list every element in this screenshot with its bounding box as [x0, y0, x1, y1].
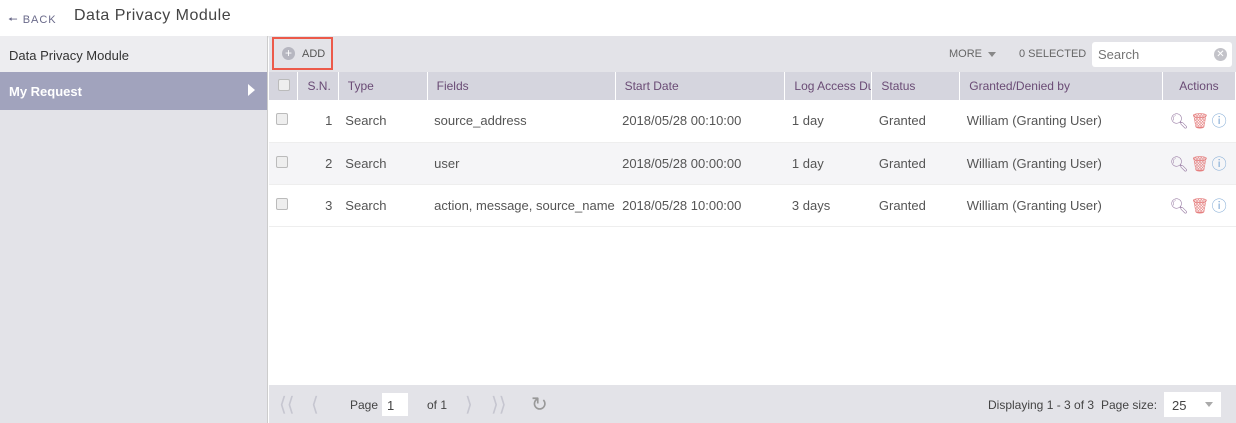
col-granted-by[interactable]: Granted/Denied by — [959, 72, 1163, 100]
page-size-label: Page size: — [1101, 398, 1158, 412]
page-count: of 1 — [427, 398, 448, 412]
cell-start-date: 2018/05/28 00:00:00 — [615, 142, 785, 185]
page-label: Page — [350, 398, 379, 412]
sidebar: Data Privacy Module My Request — [0, 36, 268, 423]
col-type[interactable]: Type — [338, 72, 428, 100]
col-fields[interactable]: Fields — [427, 72, 616, 100]
toolbar: + ADD MORE 0 SELECTED ✕ — [269, 36, 1236, 72]
col-log-access-duration[interactable]: Log Access Dur — [784, 72, 873, 100]
selected-count: 0 SELECTED — [1019, 48, 1087, 60]
delete-icon[interactable]: 🗑︎ — [1191, 113, 1210, 130]
caret-down-icon — [988, 51, 996, 57]
cell-actions: 🔍︎ 🗑︎ ⓘ — [1162, 100, 1236, 143]
cell-granted-by: William (Granting User) — [959, 100, 1163, 143]
arrow-left-icon: 🠔 — [8, 14, 19, 26]
col-actions: Actions — [1162, 72, 1236, 100]
cell-status: Granted — [871, 184, 960, 227]
back-button[interactable]: 🠔 BACK — [8, 11, 57, 30]
cell-sn: 3 — [297, 184, 339, 227]
plus-circle-icon: + — [282, 47, 295, 60]
info-icon[interactable]: ⓘ — [1212, 156, 1227, 173]
view-icon[interactable]: 🔍︎ — [1169, 113, 1188, 130]
row-checkbox[interactable] — [269, 142, 298, 185]
col-status[interactable]: Status — [871, 72, 961, 100]
table-header: S.N. Type Fields Start Date Log Access D… — [269, 72, 1236, 100]
page-input[interactable]: 1 — [382, 393, 408, 416]
page-size-value: 25 — [1172, 398, 1187, 413]
view-icon[interactable]: 🔍︎ — [1169, 156, 1188, 173]
info-icon[interactable]: ⓘ — [1212, 113, 1227, 130]
cell-sn: 1 — [297, 100, 339, 143]
search-input[interactable] — [1092, 42, 1232, 67]
table-row[interactable]: 3 Search action, message, source_name 20… — [269, 184, 1236, 227]
cell-duration: 1 day — [784, 142, 872, 185]
requests-table: S.N. Type Fields Start Date Log Access D… — [269, 72, 1236, 227]
cell-actions: 🔍︎ 🗑︎ ⓘ — [1162, 184, 1236, 227]
sidebar-item-label: My Request — [9, 84, 82, 99]
cell-status: Granted — [871, 100, 960, 143]
cell-fields: user — [427, 142, 616, 185]
table-row[interactable]: 2 Search user 2018/05/28 00:00:00 1 day … — [269, 142, 1236, 185]
cell-sn: 2 — [297, 142, 339, 185]
cell-type: Search — [338, 100, 428, 143]
prev-page-icon[interactable]: ⟨ — [311, 392, 319, 417]
cell-actions: 🔍︎ 🗑︎ ⓘ — [1162, 142, 1236, 185]
delete-icon[interactable]: 🗑︎ — [1191, 198, 1210, 215]
cell-duration: 1 day — [784, 100, 872, 143]
back-label: BACK — [22, 14, 57, 26]
sidebar-item-my-request[interactable]: My Request — [0, 72, 267, 110]
clear-search-icon[interactable]: ✕ — [1214, 48, 1227, 61]
cell-status: Granted — [871, 142, 960, 185]
cell-start-date: 2018/05/28 00:10:00 — [615, 100, 785, 143]
cell-granted-by: William (Granting User) — [959, 184, 1163, 227]
cell-start-date: 2018/05/28 10:00:00 — [615, 184, 785, 227]
cell-type: Search — [338, 142, 428, 185]
cell-fields: source_address — [427, 100, 616, 143]
cell-type: Search — [338, 184, 428, 227]
last-page-icon[interactable]: ⟩⟩ — [491, 392, 507, 417]
page-size-select[interactable]: 25 — [1164, 392, 1221, 417]
view-icon[interactable]: 🔍︎ — [1169, 198, 1188, 215]
refresh-icon[interactable]: ↻ — [531, 392, 548, 417]
sidebar-heading: Data Privacy Module — [0, 36, 267, 72]
cell-granted-by: William (Granting User) — [959, 142, 1163, 185]
caret-down-icon — [1205, 402, 1213, 407]
delete-icon[interactable]: 🗑︎ — [1191, 156, 1210, 173]
add-label: ADD — [302, 48, 326, 60]
more-label: MORE — [949, 48, 982, 60]
first-page-icon[interactable]: ⟨⟨ — [279, 392, 295, 417]
col-sn[interactable]: S.N. — [297, 72, 339, 100]
info-icon[interactable]: ⓘ — [1212, 198, 1227, 215]
table-row[interactable]: 1 Search source_address 2018/05/28 00:10… — [269, 100, 1236, 143]
cell-fields: action, message, source_name — [427, 184, 616, 227]
row-checkbox[interactable] — [269, 184, 298, 227]
pagination-bar: ⟨⟨ ⟨ Page 1 of 1 ⟩ ⟩⟩ ↻ Displaying 1 - 3… — [269, 385, 1236, 423]
page-title: Data Privacy Module — [74, 7, 232, 24]
next-page-icon[interactable]: ⟩ — [465, 392, 473, 417]
add-button[interactable]: + ADD — [272, 37, 333, 70]
more-dropdown[interactable]: MORE — [949, 48, 996, 60]
row-checkbox[interactable] — [269, 100, 298, 143]
col-start-date[interactable]: Start Date — [615, 72, 786, 100]
displaying-info: Displaying 1 - 3 of 3 — [988, 398, 1095, 412]
top-bar: 🠔 BACK Data Privacy Module — [0, 0, 1236, 36]
chevron-right-icon — [248, 84, 255, 96]
cell-duration: 3 days — [784, 184, 872, 227]
select-all-checkbox[interactable] — [269, 72, 299, 100]
